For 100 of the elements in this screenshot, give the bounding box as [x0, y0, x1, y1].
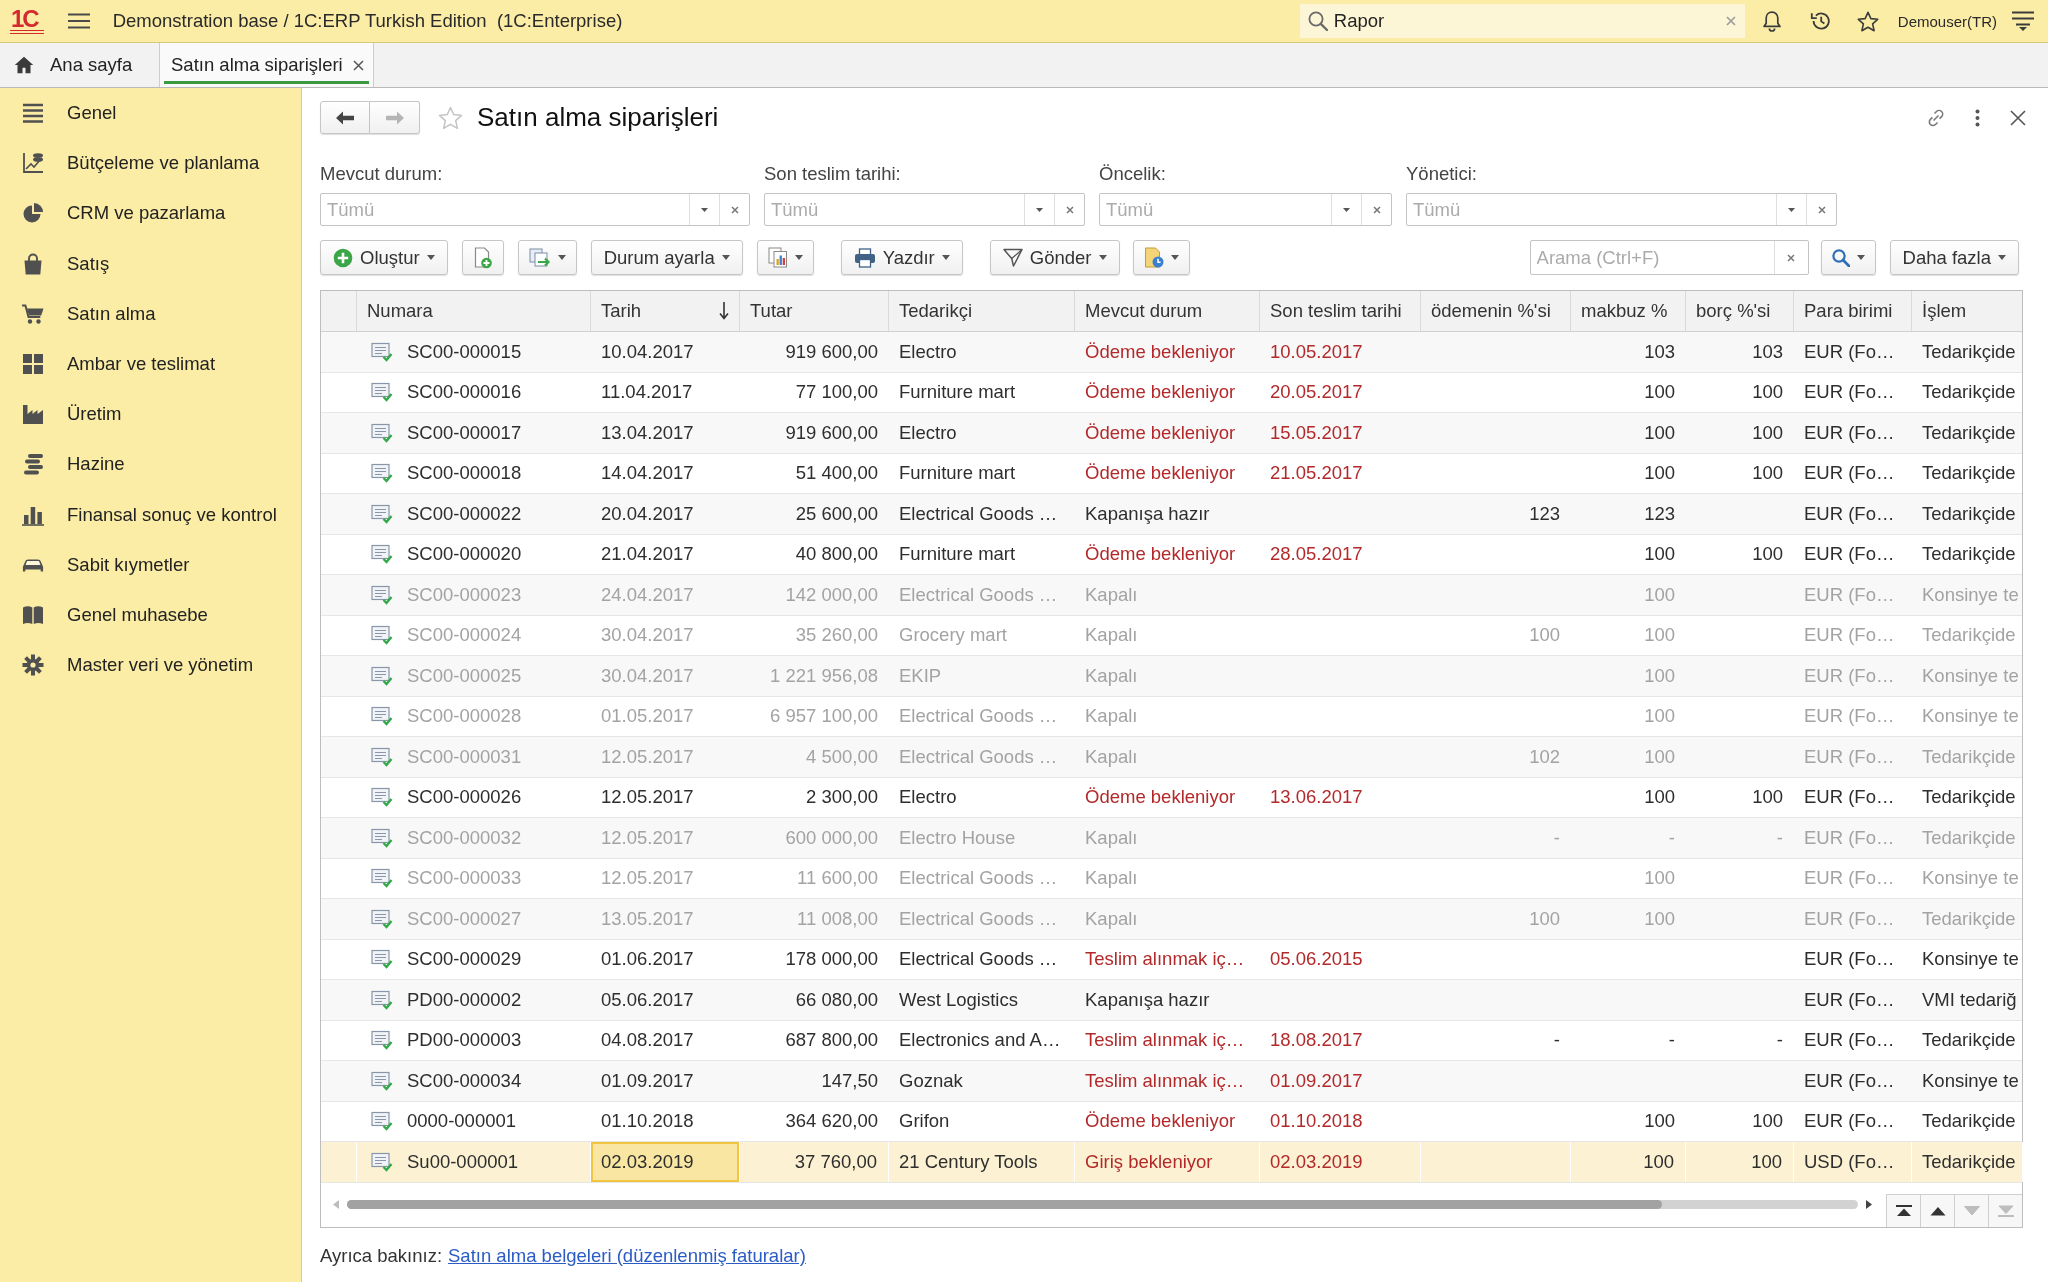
table-cell-text: 25 600,00: [794, 501, 879, 526]
more-button[interactable]: Daha fazla: [1889, 240, 2019, 275]
create-button[interactable]: Oluştur: [320, 240, 448, 275]
table-cell-text: 01.05.2017: [600, 704, 695, 729]
caret-icon: [557, 255, 566, 260]
column-header[interactable]: Mevcut durum: [1075, 291, 1260, 331]
table-cell: SC00-000026: [407, 786, 522, 809]
sidebar-item[interactable]: Satış: [0, 238, 301, 289]
table-cell: Su00-000001: [407, 1150, 519, 1173]
text-input[interactable]: Tümü: [1100, 194, 1331, 225]
table-cell-text: Konsinye te: [1921, 704, 2020, 729]
documents-button[interactable]: [517, 240, 577, 275]
table-cell-text: EUR (Fo…: [1803, 663, 1896, 688]
triangle-left-icon[interactable]: [333, 1200, 339, 1209]
table-cell: 02.03.2019: [591, 1142, 740, 1182]
table-cell-text: 21.05.2017: [1269, 461, 1364, 486]
column-header[interactable]: İşlem: [1912, 291, 2023, 331]
sidebar-item[interactable]: Genel muhasebe: [0, 589, 301, 641]
table-cell-text: 11.04.2017: [600, 380, 694, 405]
table-row[interactable]: Su00-000001 02.03.2019 37 760,00 21 Century Tools Giriş bekleniyor 02.03.2019 100 100 USD (Fo… Tedarikçide: [321, 1142, 2022, 1183]
filter-field[interactable]: Tümü: [764, 193, 1085, 226]
sidebar-item[interactable]: Genel: [0, 88, 301, 139]
text-input[interactable]: Rapor: [1333, 10, 1720, 32]
column-header[interactable]: borç %'si: [1686, 291, 1794, 331]
table-cell-text: 30.04.2017: [600, 663, 695, 688]
table-row[interactable]: SC00-000034 01.09.2017 147,50 Goznak Teslim alınmak iç… 01.09.2017 EUR (Fo… Konsinye te: [321, 1061, 2022, 1102]
sidebar-item[interactable]: Hazine: [0, 439, 301, 490]
see-also-link[interactable]: Satın alma belgeleri (düzenlenmiş faturalar): [448, 1245, 806, 1266]
table-cell-text: EUR (Fo…: [1803, 501, 1896, 526]
sidebar-item[interactable]: Satın alma: [0, 288, 301, 339]
table-row[interactable]: PD00-000002 05.06.2017 66 080,00 West Logistics Kapanışa hazır EUR (Fo… VMI tedariğ: [321, 980, 2022, 1021]
table-cell-text: 12.05.2017: [600, 866, 695, 891]
reports-button[interactable]: [756, 240, 814, 275]
text-input[interactable]: Tümü: [1407, 194, 1776, 225]
table-cell-text: EUR (Fo…: [1803, 987, 1896, 1012]
search-field[interactable]: Rapor: [1299, 4, 1745, 38]
table-cell: SC00-000027: [407, 907, 522, 930]
more-icon[interactable]: [1975, 108, 1980, 127]
triangle-right-icon[interactable]: [1866, 1200, 1872, 1209]
sidebar-item[interactable]: Master veri ve yönetim: [0, 640, 301, 691]
tab[interactable]: Satın alma siparişleri: [160, 43, 374, 87]
search-field[interactable]: Arama (Ctrl+F): [1529, 240, 1809, 275]
table-cell-text: EUR (Fo…: [1803, 1028, 1896, 1053]
table-cell-text: Ödeme bekleniyor: [1084, 339, 1237, 364]
table-cell-text: 13.06.2017: [1269, 785, 1364, 810]
menu-icon[interactable]: [2012, 11, 2034, 31]
skip-up-icon: [1895, 1204, 1912, 1217]
table-row[interactable]: SC00-000017 13.04.2017 919 600,00 Electro Ödeme bekleniyor 15.05.2017 100 100 EUR (Fo… Tedarikçide: [321, 413, 2022, 454]
table-cell-text: Ödeme bekleniyor: [1084, 785, 1237, 810]
column-header[interactable]: ödemenin %'si: [1421, 291, 1571, 331]
text-input[interactable]: Tümü: [321, 194, 689, 225]
sidebar-item[interactable]: Bütçeleme ve planlama: [0, 138, 301, 189]
column-header[interactable]: Para birimi: [1794, 291, 1912, 331]
text-input[interactable]: Arama (Ctrl+F): [1530, 241, 1774, 274]
filter-field[interactable]: Tümü: [320, 193, 750, 226]
table-row[interactable]: SC00-000022 20.04.2017 25 600,00 Electrical Goods … Kapanışa hazır 123 123 EUR (Fo… Tedarikçide: [321, 494, 2022, 535]
column-header[interactable]: makbuz %: [1571, 291, 1686, 331]
menu-icon[interactable]: [67, 13, 90, 29]
user-name[interactable]: Demouser(TR): [1897, 12, 1997, 30]
column-header[interactable]: Son teslim tarihi: [1260, 291, 1421, 331]
table-cell-text: 103: [1643, 339, 1676, 364]
send-button[interactable]: Gönder: [989, 240, 1120, 275]
add-document-button[interactable]: [461, 240, 504, 275]
star-icon[interactable]: [1856, 10, 1879, 32]
table-cell-text: Electrical Goods …: [898, 704, 1059, 729]
sidebar-item[interactable]: CRM ve pazarlama: [0, 188, 301, 239]
table-cell-text: Furniture mart: [898, 542, 1017, 567]
table-row[interactable]: SC00-000015 10.04.2017 919 600,00 Electro Ödeme bekleniyor 10.05.2017 103 103 EUR (Fo… Tedarikçide: [321, 332, 2022, 373]
first-row-button[interactable]: [1886, 1194, 1920, 1227]
sidebar-item[interactable]: Üretim: [0, 389, 301, 440]
column-header[interactable]: Tutar: [740, 291, 889, 331]
back-button[interactable]: [320, 101, 370, 134]
history-icon[interactable]: [1809, 10, 1832, 32]
table-cell: SC00-000028: [407, 705, 522, 728]
column-header[interactable]: Tedarikçi: [889, 291, 1075, 331]
column-header[interactable]: Tarih: [591, 291, 740, 331]
table-cell-text: 18.08.2017: [1269, 1028, 1364, 1053]
sidebar-item[interactable]: Finansal sonuç ve kontrol: [0, 489, 301, 540]
filter-field[interactable]: Tümü: [1406, 193, 1837, 226]
previous-row-button[interactable]: [1920, 1194, 1954, 1227]
bell-icon[interactable]: [1761, 10, 1782, 32]
table-cell-text: 687 800,00: [784, 1028, 879, 1053]
filter-field[interactable]: Tümü: [1099, 193, 1392, 226]
print-button[interactable]: Yazdır: [840, 240, 963, 275]
search-button[interactable]: [1820, 240, 1876, 275]
set-status-button[interactable]: Durum ayarla: [590, 240, 743, 275]
table-cell-text: Konsinye te: [1921, 947, 2020, 972]
table-cell-text: 6 957 100,00: [768, 704, 879, 729]
close-icon[interactable]: [2010, 109, 2026, 126]
text-input[interactable]: Tümü: [765, 194, 1024, 225]
table-cell-text: Electro: [898, 339, 958, 364]
sidebar-item[interactable]: Ambar ve teslimat: [0, 338, 301, 390]
column-header[interactable]: Numara: [357, 291, 591, 331]
table-cell-text: Teslim alınmak iç…: [1084, 1028, 1246, 1053]
close-icon[interactable]: [352, 59, 364, 71]
table-cell-text: 100: [1643, 663, 1676, 688]
clear-icon[interactable]: [1725, 16, 1736, 26]
sidebar-item[interactable]: Sabit kıymetler: [0, 539, 301, 590]
attachments-button[interactable]: [1132, 240, 1190, 275]
caret-icon: [1788, 207, 1795, 212]
